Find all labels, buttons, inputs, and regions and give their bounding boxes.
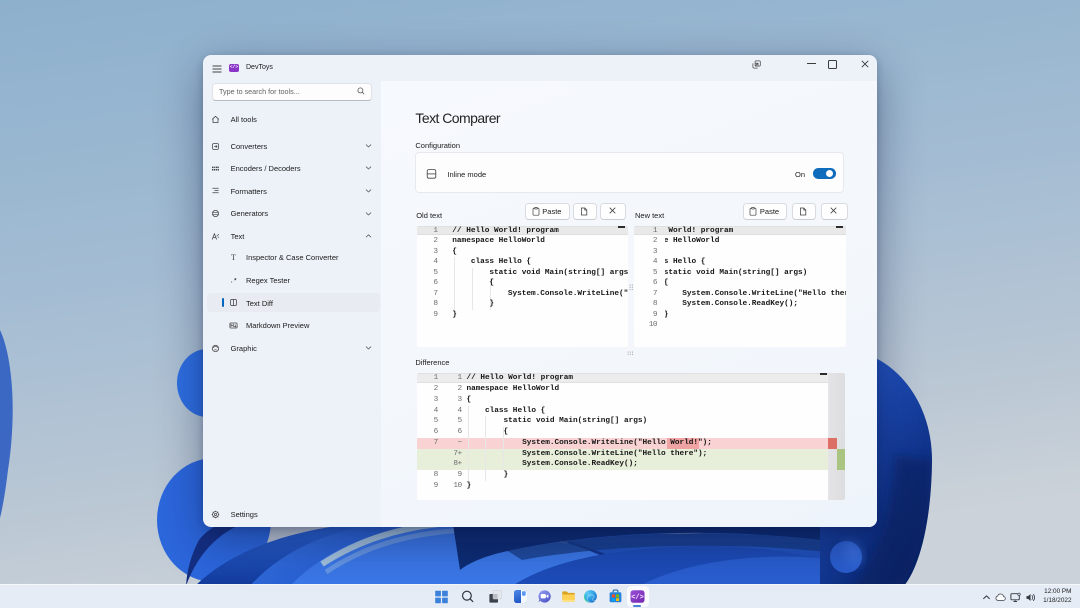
- svg-text:</>: </>: [631, 594, 644, 602]
- svg-text:(.*): (.*): [229, 277, 238, 284]
- svg-text:T: T: [231, 253, 236, 262]
